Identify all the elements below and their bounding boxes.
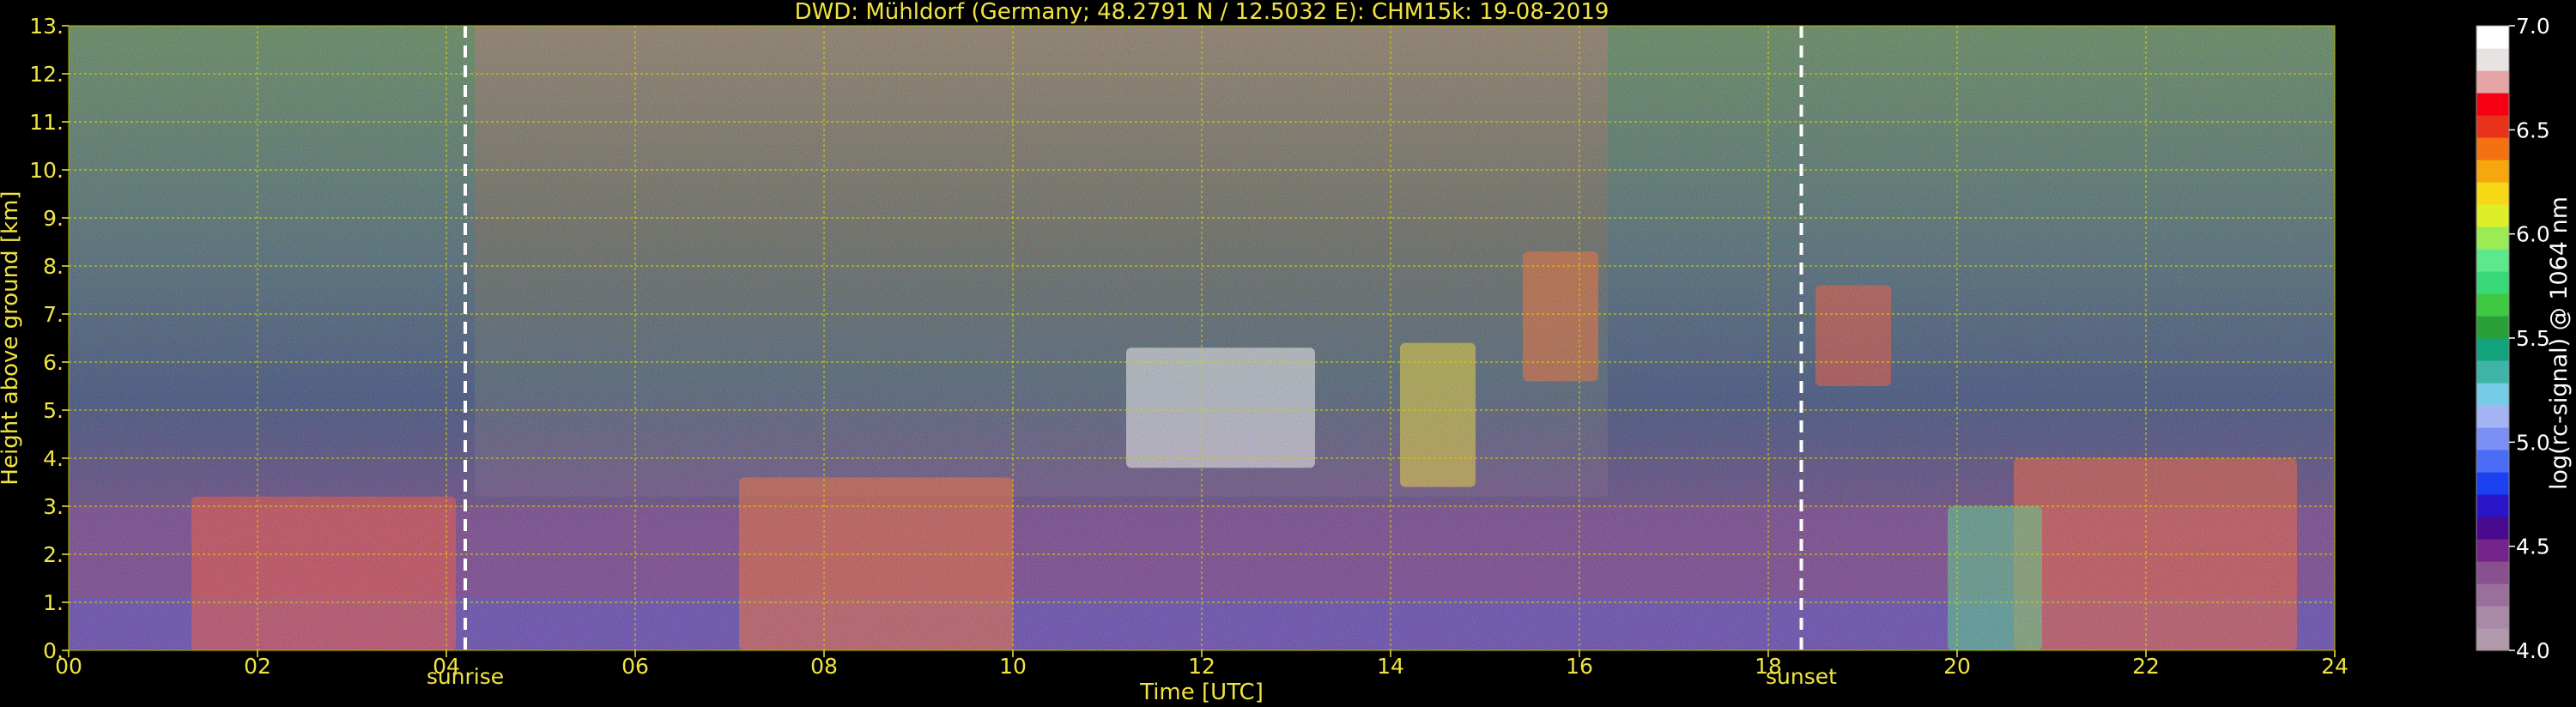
colorbar-swatch (2476, 271, 2509, 294)
y-tick-label: 11. (29, 110, 64, 135)
colorbar-swatch (2476, 628, 2509, 651)
colorbar-tick-label: 4.0 (2516, 638, 2550, 663)
x-axis-ticks: 00 02 04 06 08 10 12 14 16 18 20 22 24 (55, 650, 2349, 679)
colorbar-swatch (2476, 115, 2509, 138)
colorbar-tick-label: 6.5 (2516, 118, 2550, 142)
y-tick-label: 12. (29, 62, 64, 87)
colorbar-swatch (2476, 204, 2509, 227)
colorbar-swatch (2476, 427, 2509, 450)
colorbar-swatch (2476, 227, 2509, 250)
colorbar-swatch (2476, 26, 2509, 49)
y-tick-label: 6. (43, 350, 64, 375)
event-label-sunrise: sunrise (427, 664, 504, 689)
colorbar-swatch (2476, 182, 2509, 205)
colorbar-tick-label: 5.0 (2516, 430, 2550, 455)
y-tick-label: 1. (43, 590, 64, 615)
colorbar: 4.0 4.5 5.0 5.5 6.0 6.5 7.0 (2476, 14, 2550, 663)
colorbar-swatch (2476, 583, 2509, 607)
colorbar-swatch (2476, 160, 2509, 183)
x-tick-label: 06 (621, 654, 649, 679)
colorbar-tick-label: 6.0 (2516, 222, 2550, 247)
y-tick-label: 0. (43, 638, 64, 663)
colorbar-tick-label: 4.5 (2516, 535, 2550, 559)
colorbar-swatch (2476, 316, 2509, 339)
colorbar-swatch (2476, 360, 2509, 384)
colorbar-swatch (2476, 561, 2509, 584)
x-tick-label: 12 (1188, 654, 1215, 679)
plot-area (69, 26, 2335, 650)
y-tick-label: 3. (43, 494, 64, 519)
y-axis-label: Height above ground [km] (0, 190, 23, 485)
colorbar-swatch (2476, 93, 2509, 116)
event-label-sunset: sunset (1766, 664, 1837, 689)
colorbar-swatch (2476, 405, 2509, 428)
colorbar-swatch (2476, 517, 2509, 540)
colorbar-swatch (2476, 293, 2509, 317)
x-tick-label: 08 (810, 654, 838, 679)
y-tick-label: 4. (43, 446, 64, 471)
colorbar-swatch (2476, 48, 2509, 71)
y-tick-label: 8. (43, 254, 64, 279)
x-tick-label: 02 (244, 654, 271, 679)
colorbar-swatch (2476, 606, 2509, 629)
colorbar-tick-label: 7.0 (2516, 14, 2550, 39)
colorbar-label: log(rc-signal) @ 1064 nm (2546, 196, 2573, 490)
x-tick-label: 20 (1943, 654, 1971, 679)
colorbar-tick-label: 5.5 (2516, 326, 2550, 351)
y-tick-label: 7. (43, 302, 64, 327)
colorbar-swatch (2476, 494, 2509, 517)
y-tick-label: 9. (43, 206, 64, 231)
x-tick-label: 10 (999, 654, 1027, 679)
colorbar-swatch (2476, 249, 2509, 272)
colorbar-swatch (2476, 450, 2509, 473)
x-tick-label: 14 (1377, 654, 1404, 679)
colorbar-swatch (2476, 383, 2509, 406)
colorbar-swatch (2476, 539, 2509, 562)
chart-title: DWD: Mühldorf (Germany; 48.2791 N / 12.5… (795, 0, 1609, 25)
x-tick-label: 22 (2132, 654, 2160, 679)
colorbar-swatch (2476, 70, 2509, 94)
colorbar-swatch (2476, 338, 2509, 361)
x-tick-label: 24 (2321, 654, 2349, 679)
colorbar-swatch (2476, 472, 2509, 495)
y-tick-label: 2. (43, 542, 64, 567)
y-tick-label: 13. (29, 14, 64, 39)
colorbar-swatch (2476, 137, 2509, 160)
y-tick-label: 10. (29, 158, 64, 183)
x-axis-label: Time [UTC] (1139, 680, 1264, 705)
lidar-chart: DWD: Mühldorf (Germany; 48.2791 N / 12.5… (0, 0, 2573, 705)
y-tick-label: 5. (43, 398, 64, 423)
y-axis-ticks: 0. 1. 2. 3. 4. 5. 6. 7. 8. 9. 10. 11. 12. 13. (29, 14, 69, 663)
x-tick-label: 16 (1566, 654, 1593, 679)
